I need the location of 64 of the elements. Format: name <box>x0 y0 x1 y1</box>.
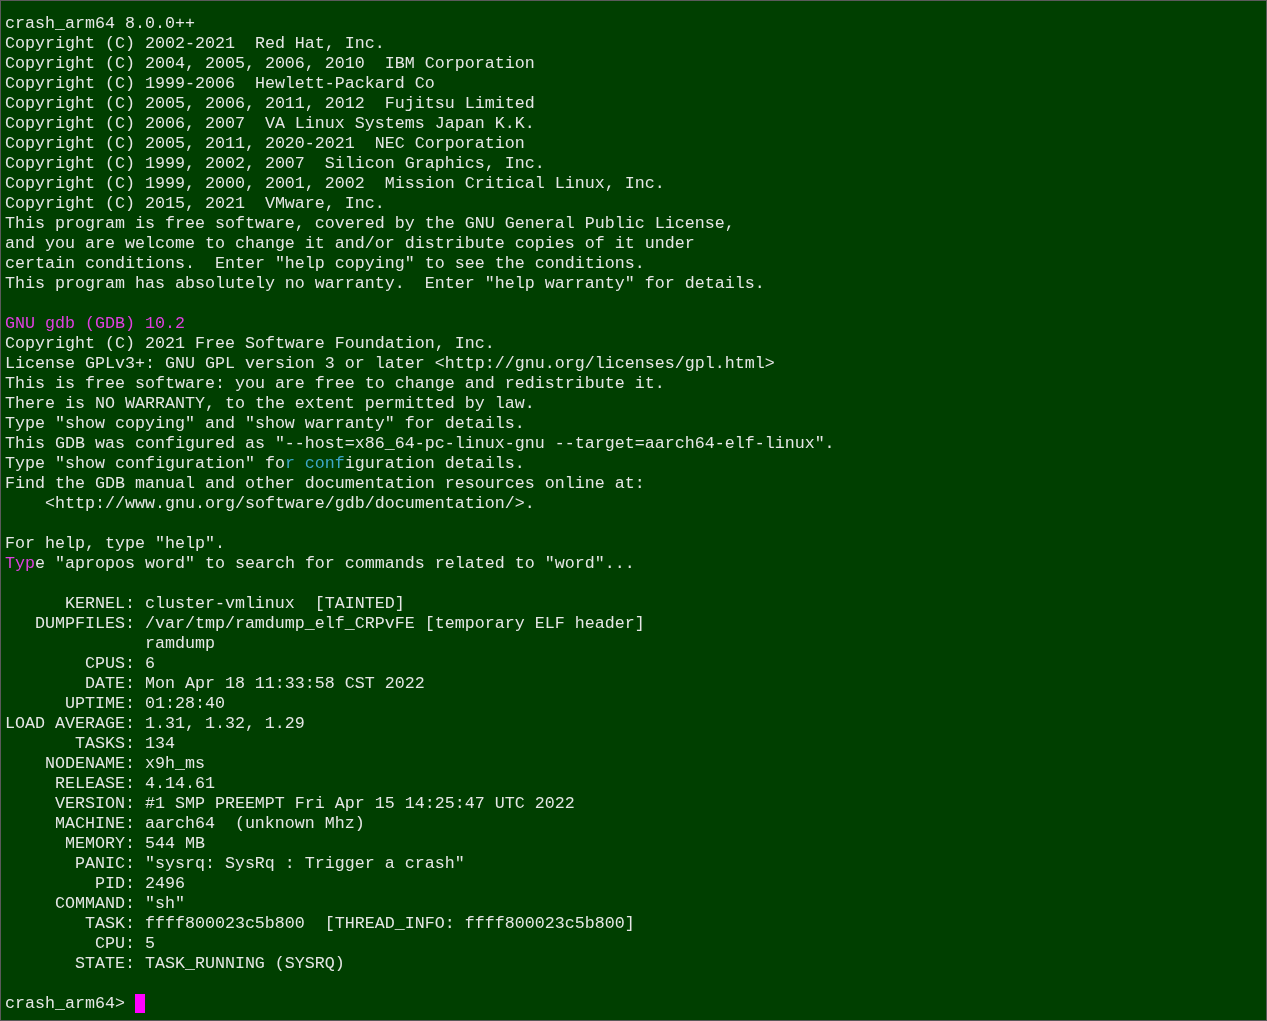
field-value: ffff800023c5b800 [THREAD_INFO: ffff800023c5b800] <box>144 914 635 934</box>
terminal-line: This GDB was configured as "--host=x86_64-pc-linux-gnu --target=aarch64-elf-linux". <box>5 434 835 454</box>
field-label: LOAD AVERAGE: <box>5 714 135 733</box>
terminal-line: Copyright (C) 2005, 2011, 2020-2021 NEC Corporation <box>5 134 525 154</box>
terminal-line: Copyright (C) 1999, 2000, 2001, 2002 Mission Critical Linux, Inc. <box>5 174 665 194</box>
terminal-line: <http://www.gnu.org/software/gdb/documentation/>. <box>43 494 535 514</box>
field-label: RELEASE: <box>54 774 135 793</box>
field-label: MEMORY: <box>64 834 135 853</box>
field-label: MACHINE: <box>54 814 135 833</box>
field-value: 544 MB <box>144 834 205 854</box>
terminal-line: Copyright (C) 1999, 2002, 2007 Silicon Graphics, Inc. <box>5 154 545 174</box>
field-value: 1.31, 1.32, 1.29 <box>144 714 305 734</box>
field-label: STATE: <box>74 954 135 973</box>
terminal-line: There is NO WARRANTY, to the extent permitted by law. <box>5 394 535 414</box>
terminal-line: Copyright (C) 2004, 2005, 2006, 2010 IBM Corporation <box>5 54 535 74</box>
terminal-line: Copyright (C) 1999-2006 Hewlett-Packard Co <box>5 74 435 94</box>
terminal-line: Copyright (C) 2005, 2006, 2011, 2012 Fujitsu Limited <box>5 94 535 114</box>
terminal-line: This program has absolutely no warranty. Enter "help warranty" for details. <box>5 274 765 294</box>
field-value: x9h_ms <box>144 754 205 774</box>
terminal-line: Copyright (C) 2002-2021 Red Hat, Inc. <box>5 34 385 54</box>
field-value: 6 <box>144 654 155 674</box>
terminal-line: This is free software: you are free to change and redistribute it. <box>5 374 665 394</box>
terminal-line: Find the GDB manual and other documentation resources online at: <box>5 474 645 494</box>
terminal-line: GNU gdb (GDB) 10.2 <box>5 314 185 334</box>
field-label: TASKS: <box>74 734 135 753</box>
field-value: #1 SMP PREEMPT Fri Apr 15 14:25:47 UTC 2022 <box>144 794 575 814</box>
field-value: cluster-vmlinux [TAINTED] <box>144 594 405 614</box>
terminal-line: and you are welcome to change it and/or distribute copies of it under <box>5 234 695 254</box>
field-label: CPU: <box>94 934 135 953</box>
terminal-line: Type "show configuration" for configuration details. <box>5 454 525 474</box>
field-value: aarch64 (unknown Mhz) <box>144 814 365 834</box>
terminal-line: Copyright (C) 2021 Free Software Foundation, Inc. <box>5 334 495 354</box>
terminal-line: Type "apropos word" to search for commands related to "word"... <box>5 554 635 574</box>
field-label: COMMAND: <box>54 894 135 913</box>
terminal-line: This program is free software, covered by the GNU General Public License, <box>5 214 735 234</box>
field-label: DATE: <box>84 674 135 693</box>
terminal-line: Copyright (C) 2015, 2021 VMware, Inc. <box>5 194 385 214</box>
field-value: Mon Apr 18 11:33:58 CST 2022 <box>144 674 425 694</box>
field-label: UPTIME: <box>64 694 135 713</box>
field-label: PID: <box>94 874 135 893</box>
field-label: KERNEL: <box>64 594 135 613</box>
field-label: TASK: <box>84 914 135 933</box>
field-label: VERSION: <box>54 794 135 813</box>
terminal-line: License GPLv3+: GNU GPL version 3 or later <http://gnu.org/licenses/gpl.html> <box>5 354 775 374</box>
field-value: TASK_RUNNING (SYSRQ) <box>144 954 345 974</box>
field-label: PANIC: <box>74 854 135 873</box>
terminal-line: Type "show copying" and "show warranty" for details. <box>5 414 525 434</box>
field-value: 5 <box>144 934 155 954</box>
field-value: ramdump <box>144 634 215 654</box>
field-value: 4.14.61 <box>144 774 215 794</box>
field-label: NODENAME: <box>44 754 135 773</box>
terminal-line: certain conditions. Enter "help copying" to see the conditions. <box>5 254 645 274</box>
field-label: DUMPFILES: <box>34 614 135 633</box>
field-value: 01:28:40 <box>144 694 225 714</box>
field-value: "sh" <box>144 894 185 914</box>
terminal-line: Copyright (C) 2006, 2007 VA Linux Systems Japan K.K. <box>5 114 535 134</box>
terminal-line: For help, type "help". <box>5 534 225 554</box>
field-value: "sysrq: SysRq : Trigger a crash" <box>144 854 465 874</box>
field-value: 134 <box>144 734 175 754</box>
terminal-line: crash_arm64 8.0.0++ <box>5 14 195 34</box>
field-value: 2496 <box>144 874 185 894</box>
field-label: CPUS: <box>84 654 135 673</box>
command-prompt: crash_arm64> <box>5 994 125 1014</box>
field-value: /var/tmp/ramdump_elf_CRPvFE [temporary ELF header] <box>144 614 645 634</box>
